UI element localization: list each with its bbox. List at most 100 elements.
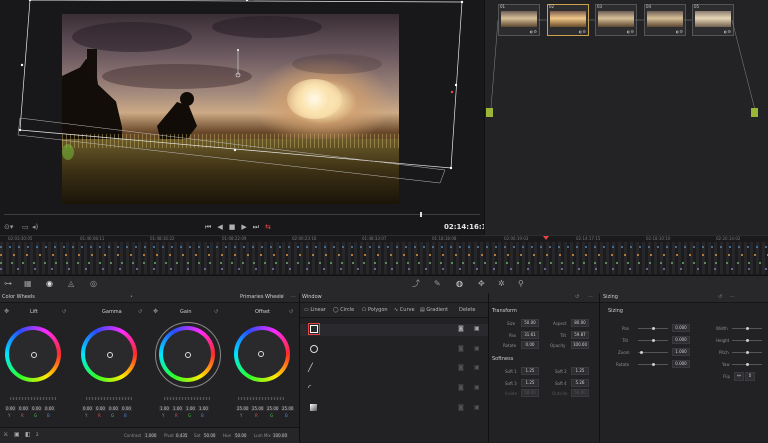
- inside-input[interactable]: 50.00: [521, 389, 539, 397]
- offset-master-slider[interactable]: [238, 397, 284, 400]
- play-icon[interactable]: ▶: [241, 223, 252, 231]
- playhead[interactable]: [420, 212, 422, 217]
- contrast-value[interactable]: 1.000: [144, 433, 158, 438]
- gamma-reset-icon[interactable]: ↺: [138, 309, 142, 315]
- tilt-input[interactable]: 59.87: [571, 331, 589, 339]
- gamma-master-slider[interactable]: [86, 397, 132, 400]
- lift-reset-icon[interactable]: ↺: [62, 309, 66, 315]
- invert-icon[interactable]: ◙: [458, 325, 464, 332]
- soft4-input[interactable]: 5.26: [571, 379, 589, 387]
- gain-wheel-handle[interactable]: [185, 352, 191, 358]
- soft2-input[interactable]: 1.25: [571, 367, 589, 375]
- tool-linear[interactable]: ▭ Linear: [304, 307, 326, 313]
- delete-button[interactable]: Delete: [459, 307, 475, 313]
- more-icon[interactable]: •: [130, 294, 133, 300]
- panel-menu-icon[interactable]: ⋯: [291, 294, 296, 300]
- hue-value[interactable]: 50.00: [234, 433, 248, 438]
- audio-icon[interactable]: ◂): [32, 223, 38, 231]
- window-overlay[interactable]: [0, 0, 484, 235]
- outside-input[interactable]: 50.00: [571, 389, 589, 397]
- sizing-tilt-input[interactable]: 0.000: [672, 336, 690, 344]
- lift-picker-icon[interactable]: ✥: [4, 308, 9, 315]
- mask-icon[interactable]: ▣: [474, 345, 480, 352]
- rotate-input[interactable]: 0.00: [521, 341, 539, 349]
- last-frame-icon[interactable]: ⏭: [253, 223, 265, 231]
- invert-icon[interactable]: ◙: [458, 404, 464, 411]
- opacity-input[interactable]: 100.00: [571, 341, 589, 349]
- mask-icon[interactable]: ▣: [474, 404, 480, 411]
- size-input[interactable]: 50.00: [521, 319, 539, 327]
- gain-picker-icon[interactable]: ✥: [153, 308, 158, 315]
- sizing-pan-input[interactable]: 0.000: [672, 324, 690, 332]
- viewer-options-icon[interactable]: ⊙▾: [4, 223, 13, 231]
- gain-master-slider[interactable]: [164, 397, 210, 400]
- reset-all-icon[interactable]: ↺: [280, 294, 284, 300]
- auto-balance-icon[interactable]: ⚔: [3, 431, 8, 438]
- sizing-reset-icon[interactable]: ↺: [718, 294, 722, 300]
- invert-icon[interactable]: ◙: [458, 384, 464, 391]
- rgb-mixer-icon[interactable]: ◬: [68, 279, 74, 289]
- wheels-footer: ⚔ ▣ ◧ 2 Contrast 1.000 Pivot 0.435 Sat 5…: [0, 427, 299, 443]
- lift-wheel-handle[interactable]: [31, 352, 37, 358]
- tracker-icon[interactable]: ✥: [478, 279, 485, 289]
- first-frame-icon[interactable]: ⏮: [205, 223, 217, 231]
- tool-curve[interactable]: ∿ Curve: [394, 307, 415, 313]
- loop-icon[interactable]: ▭: [22, 223, 29, 231]
- mask-icon[interactable]: ▣: [474, 364, 480, 371]
- window-row-curve[interactable]: ◜ ◙ ▣: [300, 383, 488, 395]
- page-number[interactable]: 2: [36, 432, 39, 437]
- node-input[interactable]: [486, 108, 493, 117]
- auto-color-icon[interactable]: ▣: [14, 431, 20, 438]
- scrub-bar[interactable]: [4, 214, 480, 215]
- flip-vertical-icon[interactable]: ⇕: [745, 372, 755, 381]
- motion-effects-icon[interactable]: ◎: [90, 279, 97, 289]
- window-row-polygon[interactable]: ╱ ◙ ▣: [300, 363, 488, 375]
- node-editor[interactable]: 01 ◐⚙ 02 ◐⚙ 03 ◐⚙ 04 ◐⚙ 05 ◐⚙: [484, 0, 768, 235]
- window-row-gradient[interactable]: ◙ ▣: [300, 403, 488, 415]
- reverse-icon[interactable]: ◀: [217, 223, 228, 231]
- pan-input[interactable]: 31.61: [521, 331, 539, 339]
- window-icon[interactable]: ◍: [456, 279, 463, 289]
- wheels-mode[interactable]: Primaries Wheels: [240, 294, 283, 300]
- tool-polygon[interactable]: ⬠ Polygon: [362, 307, 388, 313]
- invert-icon[interactable]: ◙: [458, 364, 464, 371]
- mini-timeline[interactable]: 02:03:30:05 01:46:08:11 01:48:16:22 01:0…: [0, 235, 768, 276]
- transform-menu-icon[interactable]: ⋯: [588, 294, 593, 300]
- sizing-zoom-input[interactable]: 1.000: [672, 348, 690, 356]
- timeline-playhead[interactable]: [543, 236, 549, 240]
- transform-reset-icon[interactable]: ↺: [575, 294, 579, 300]
- color-wheels-icon[interactable]: ◉: [46, 279, 53, 289]
- blur-icon[interactable]: ✲: [498, 279, 505, 289]
- soft1-input[interactable]: 1.25: [521, 367, 539, 375]
- node-output[interactable]: [751, 108, 758, 117]
- gain-reset-icon[interactable]: ↺: [214, 309, 218, 315]
- offset-reset-icon[interactable]: ↺: [289, 309, 293, 315]
- mask-icon[interactable]: ▣: [474, 384, 480, 391]
- window-row-linear[interactable]: ◙ ▣: [300, 323, 488, 336]
- lummix-value[interactable]: 100.00: [272, 433, 288, 438]
- mask-icon[interactable]: ▣: [474, 325, 480, 332]
- transport-controls[interactable]: ⏮◀■▶⏭⇆: [205, 223, 277, 232]
- camera-raw-icon[interactable]: ⊶: [4, 279, 12, 289]
- tool-gradient[interactable]: ▤ Gradient: [420, 307, 448, 313]
- key-icon[interactable]: ⚲: [518, 279, 524, 289]
- sizing-rotate-input[interactable]: 0.000: [672, 360, 690, 368]
- offset-wheel-handle[interactable]: [258, 351, 264, 357]
- page-prev-icon[interactable]: ◧: [25, 431, 31, 438]
- sizing-menu-icon[interactable]: ⋯: [730, 294, 735, 300]
- stop-icon[interactable]: ■: [229, 223, 242, 231]
- invert-icon[interactable]: ◙: [458, 345, 464, 352]
- color-match-icon[interactable]: ▦: [24, 279, 32, 289]
- qualifier-icon[interactable]: ✎: [434, 279, 441, 289]
- window-row-circle[interactable]: ◙ ▣: [300, 344, 488, 356]
- aspect-input[interactable]: 80.00: [571, 319, 589, 327]
- lift-master-slider[interactable]: [10, 397, 56, 400]
- loop-toggle-icon[interactable]: ⇆: [265, 223, 277, 231]
- tool-circle[interactable]: ◯ Circle: [333, 307, 354, 313]
- pivot-value[interactable]: 0.435: [175, 433, 189, 438]
- gamma-wheel-handle[interactable]: [107, 352, 113, 358]
- curves-icon[interactable]: ⤴: [412, 279, 420, 289]
- soft3-input[interactable]: 1.25: [521, 379, 539, 387]
- flip-horizontal-icon[interactable]: ⇔: [734, 372, 744, 381]
- sat-value[interactable]: 50.00: [203, 433, 217, 438]
